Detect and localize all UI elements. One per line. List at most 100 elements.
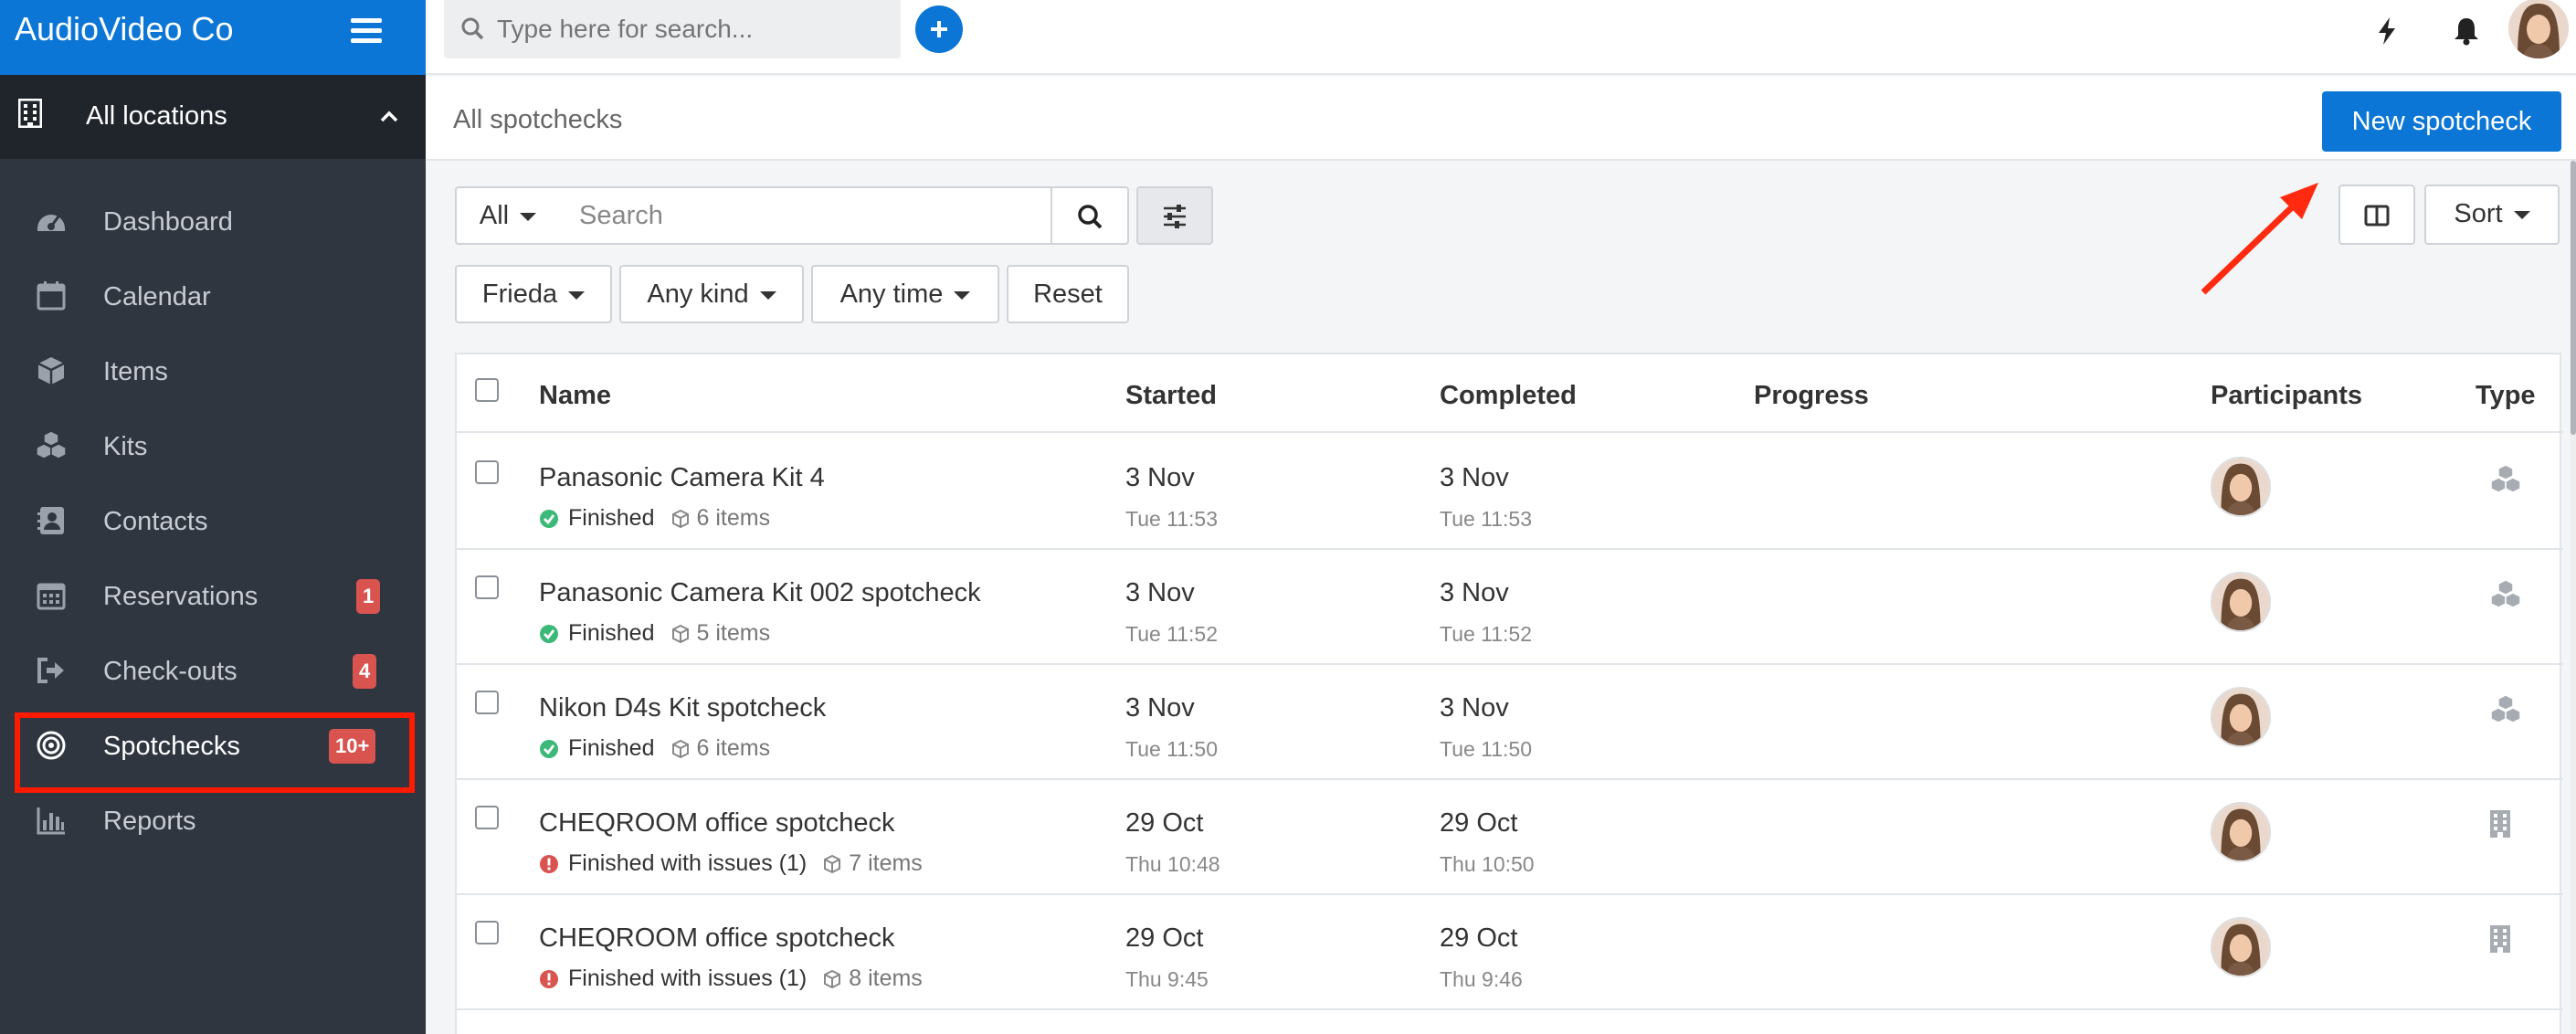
started-time: Tue 11:53	[1125, 507, 1219, 531]
table-row[interactable]: Panasonic Camera Kit 002 spotcheck Finis…	[457, 550, 2563, 665]
item-count-text: 6 items	[696, 505, 771, 531]
sidebar-item-check-outs[interactable]: Check-outs 4	[0, 634, 426, 709]
box-icon	[671, 740, 689, 758]
kind-filter-dropdown[interactable]: Any kind	[619, 265, 804, 323]
sidebar-item-label: Calendar	[103, 282, 211, 311]
kits-icon	[2488, 464, 2523, 500]
search-icon	[461, 17, 484, 40]
sidebar-item-kits[interactable]: Kits	[0, 409, 426, 484]
column-started[interactable]: Started	[1125, 380, 1217, 411]
item-count-text: 7 items	[849, 850, 923, 876]
brand-name[interactable]: AudioVideo Co	[15, 11, 234, 47]
chevron-up-icon	[380, 111, 398, 122]
spotcheck-status: Finished 6 items	[539, 504, 770, 535]
time-filter-dropdown[interactable]: Any time	[811, 265, 999, 323]
participant-avatar[interactable]	[2211, 917, 2271, 977]
table-row[interactable]: CHEQROOM office spotcheck Finished with …	[457, 780, 2563, 895]
calendar-grid-icon	[37, 583, 66, 610]
started-time: Tue 11:50	[1125, 737, 1219, 761]
caret-down-icon	[2513, 210, 2530, 219]
caret-down-icon	[759, 290, 776, 300]
sidebar-item-label: Reservations	[103, 582, 259, 611]
participant-avatar[interactable]	[2211, 457, 2271, 517]
row-checkbox[interactable]	[475, 691, 499, 714]
spotcheck-name[interactable]: Panasonic Camera Kit 002 spotcheck	[539, 577, 981, 608]
target-icon	[37, 731, 66, 760]
sidebar-item-calendar[interactable]: Calendar	[0, 259, 426, 334]
completed-date: 3 Nov	[1440, 693, 1509, 723]
sliders-icon	[1164, 205, 1186, 228]
participant-avatar[interactable]	[2211, 687, 2271, 747]
participant-avatar[interactable]	[2211, 802, 2271, 862]
started-date: 29 Oct	[1125, 808, 1204, 838]
spotcheck-name[interactable]: CHEQROOM office spotcheck	[539, 807, 894, 839]
sidebar-item-contacts[interactable]: Contacts	[0, 484, 426, 559]
lightning-icon[interactable]	[2375, 16, 2399, 46]
user-avatar[interactable]	[2508, 0, 2569, 58]
scrollbar[interactable]	[2571, 161, 2576, 1034]
started-date: 29 Oct	[1125, 923, 1204, 953]
sidebar-item-reports[interactable]: Reports	[0, 784, 426, 859]
column-participants[interactable]: Participants	[2211, 380, 2362, 411]
caret-down-icon	[568, 290, 586, 300]
spotcheck-name[interactable]: CHEQROOM office spotcheck	[539, 923, 894, 954]
add-button[interactable]	[915, 5, 963, 53]
scope-dropdown-label: All	[479, 201, 510, 230]
check-circle-icon	[539, 738, 559, 765]
spotcheck-name[interactable]: Panasonic Camera Kit 4	[539, 462, 825, 493]
completed-time: Tue 11:53	[1440, 507, 1533, 531]
bar-chart-icon	[37, 807, 65, 835]
table-row[interactable]: Nikon D4s Kit spotcheck Finished 6 items …	[457, 665, 2563, 780]
sidebar-nav: Dashboard Calendar Items Kits Contacts R…	[0, 185, 426, 859]
row-checkbox[interactable]	[475, 921, 499, 944]
table-row[interactable]: CHEQROOM office spotcheck Finished with …	[457, 895, 2563, 1010]
table-header: Name Started Completed Progress Particip…	[457, 354, 2563, 433]
started-time: Thu 10:48	[1125, 852, 1220, 876]
spotchecks-table: Name Started Completed Progress Particip…	[455, 353, 2563, 1034]
sort-dropdown[interactable]: Sort	[2424, 185, 2560, 245]
hamburger-menu-icon[interactable]	[351, 18, 382, 44]
sidebar-item-items[interactable]: Items	[0, 334, 426, 409]
participant-avatar[interactable]	[2211, 572, 2271, 632]
exclamation-circle-icon	[539, 968, 559, 996]
completed-time: Tue 11:52	[1440, 622, 1533, 646]
row-checkbox[interactable]	[475, 460, 499, 484]
column-name[interactable]: Name	[539, 380, 611, 411]
search-button[interactable]	[1050, 186, 1129, 245]
person-filter-label: Frieda	[481, 280, 558, 309]
item-count-text: 8 items	[849, 965, 923, 991]
sign-out-icon	[37, 658, 64, 683]
scope-dropdown[interactable]: All	[455, 186, 561, 245]
completed-time: Tue 11:50	[1440, 737, 1533, 761]
spotcheck-status: Finished with issues (1) 7 items	[539, 849, 923, 881]
column-type[interactable]: Type	[2476, 380, 2536, 411]
spotcheck-name[interactable]: Nikon D4s Kit spotcheck	[539, 692, 826, 723]
column-toggle-button[interactable]	[2338, 185, 2415, 245]
sort-label: Sort	[2454, 199, 2503, 228]
kind-filter-label: Any kind	[647, 280, 749, 309]
sidebar-item-label: Reports	[103, 807, 196, 836]
location-selector[interactable]: All locations	[0, 75, 426, 159]
scrollbar-thumb[interactable]	[2571, 161, 2576, 435]
spotcheck-search-input[interactable]	[559, 186, 1052, 245]
sidebar-item-spotchecks[interactable]: Spotchecks 10+	[0, 709, 426, 793]
spotcheck-status: Finished with issues (1) 8 items	[539, 965, 923, 996]
table-row[interactable]: Panasonic Camera Kit 4 Finished 6 items 3…	[457, 435, 2563, 550]
calendar-icon	[37, 281, 66, 311]
column-completed[interactable]: Completed	[1440, 380, 1577, 411]
new-spotcheck-button[interactable]: New spotcheck	[2322, 91, 2561, 152]
global-search-input[interactable]	[497, 11, 881, 47]
person-filter-dropdown[interactable]: Frieda	[455, 265, 612, 323]
sidebar-item-reservations[interactable]: Reservations 1	[0, 559, 426, 634]
column-progress[interactable]: Progress	[1754, 380, 1869, 411]
sidebar-item-dashboard[interactable]: Dashboard	[0, 185, 426, 259]
completed-time: Thu 9:46	[1440, 967, 1523, 991]
sidebar-item-label: Contacts	[103, 507, 208, 536]
row-checkbox[interactable]	[475, 806, 499, 829]
row-checkbox[interactable]	[475, 575, 499, 599]
breadcrumb: All spotchecks	[453, 105, 623, 134]
select-all-checkbox[interactable]	[475, 378, 499, 402]
filter-settings-button[interactable]	[1136, 186, 1213, 245]
reset-button[interactable]: Reset	[1007, 265, 1129, 323]
bell-icon[interactable]	[2452, 16, 2481, 46]
